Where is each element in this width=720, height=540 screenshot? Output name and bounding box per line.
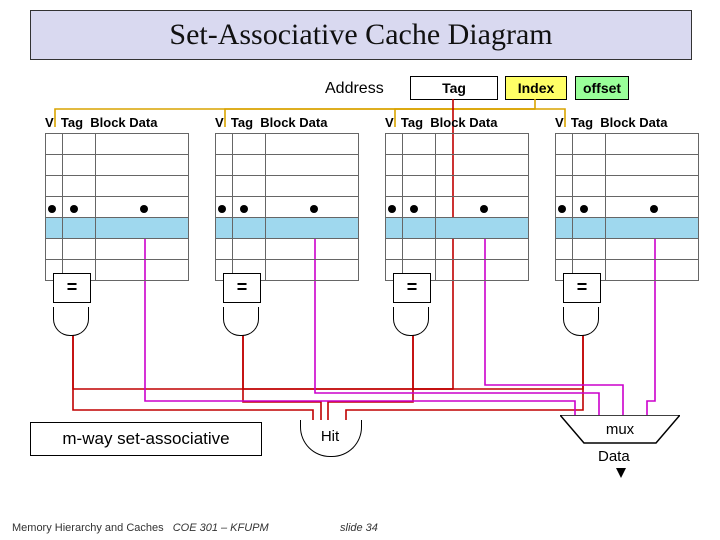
comparator: = [393,273,431,303]
footer-topic: Memory Hierarchy and Caches [12,522,164,534]
and-gate [53,307,87,337]
cache-way-1: V Tag Block Data = [215,115,365,130]
data-arrow-icon [616,468,626,478]
tap-v [558,205,566,213]
selected-row [556,218,699,239]
selected-row [46,218,189,239]
tap-data [310,205,318,213]
tap-data [650,205,658,213]
way-header: V Tag Block Data [215,115,365,130]
and-gate [563,307,597,337]
hit-or-gate: Hit [300,420,360,460]
tap-tag [410,205,418,213]
and-gate [393,307,427,337]
tap-tag [580,205,588,213]
data-output-label: Data [598,448,630,465]
tap-tag [70,205,78,213]
comparator: = [563,273,601,303]
mux-label: mux [560,421,680,438]
cache-way-2: V Tag Block Data = [385,115,535,130]
tap-tag [240,205,248,213]
way-header: V Tag Block Data [385,115,535,130]
way-header: V Tag Block Data [555,115,705,130]
comparator: = [53,273,91,303]
comparator: = [223,273,261,303]
cache-way-0: V Tag Block Data = [45,115,195,130]
tap-v [48,205,56,213]
tap-v [388,205,396,213]
cache-table [385,133,529,281]
data-mux: mux [560,415,680,445]
footer-course: COE 301 – KFUPM [173,522,269,534]
cache-way-3: V Tag Block Data = [555,115,705,130]
selected-row [386,218,529,239]
footer: Memory Hierarchy and Caches COE 301 – KF… [12,522,269,534]
selected-row [216,218,359,239]
cache-table [555,133,699,281]
slide-title-text: Set-Associative Cache Diagram [169,18,552,51]
address-label: Address [325,80,384,98]
hit-label: Hit [300,428,360,445]
cache-table [215,133,359,281]
address-field-offset: offset [575,76,629,100]
and-gate [223,307,257,337]
tap-data [140,205,148,213]
mway-box: m-way set-associative [30,422,262,456]
way-header: V Tag Block Data [45,115,195,130]
tap-data [480,205,488,213]
address-field-index: Index [505,76,567,100]
cache-table [45,133,189,281]
slide-title: Set-Associative Cache Diagram [30,10,692,60]
slide-number: slide 34 [340,522,378,534]
tap-v [218,205,226,213]
address-field-tag: Tag [410,76,498,100]
